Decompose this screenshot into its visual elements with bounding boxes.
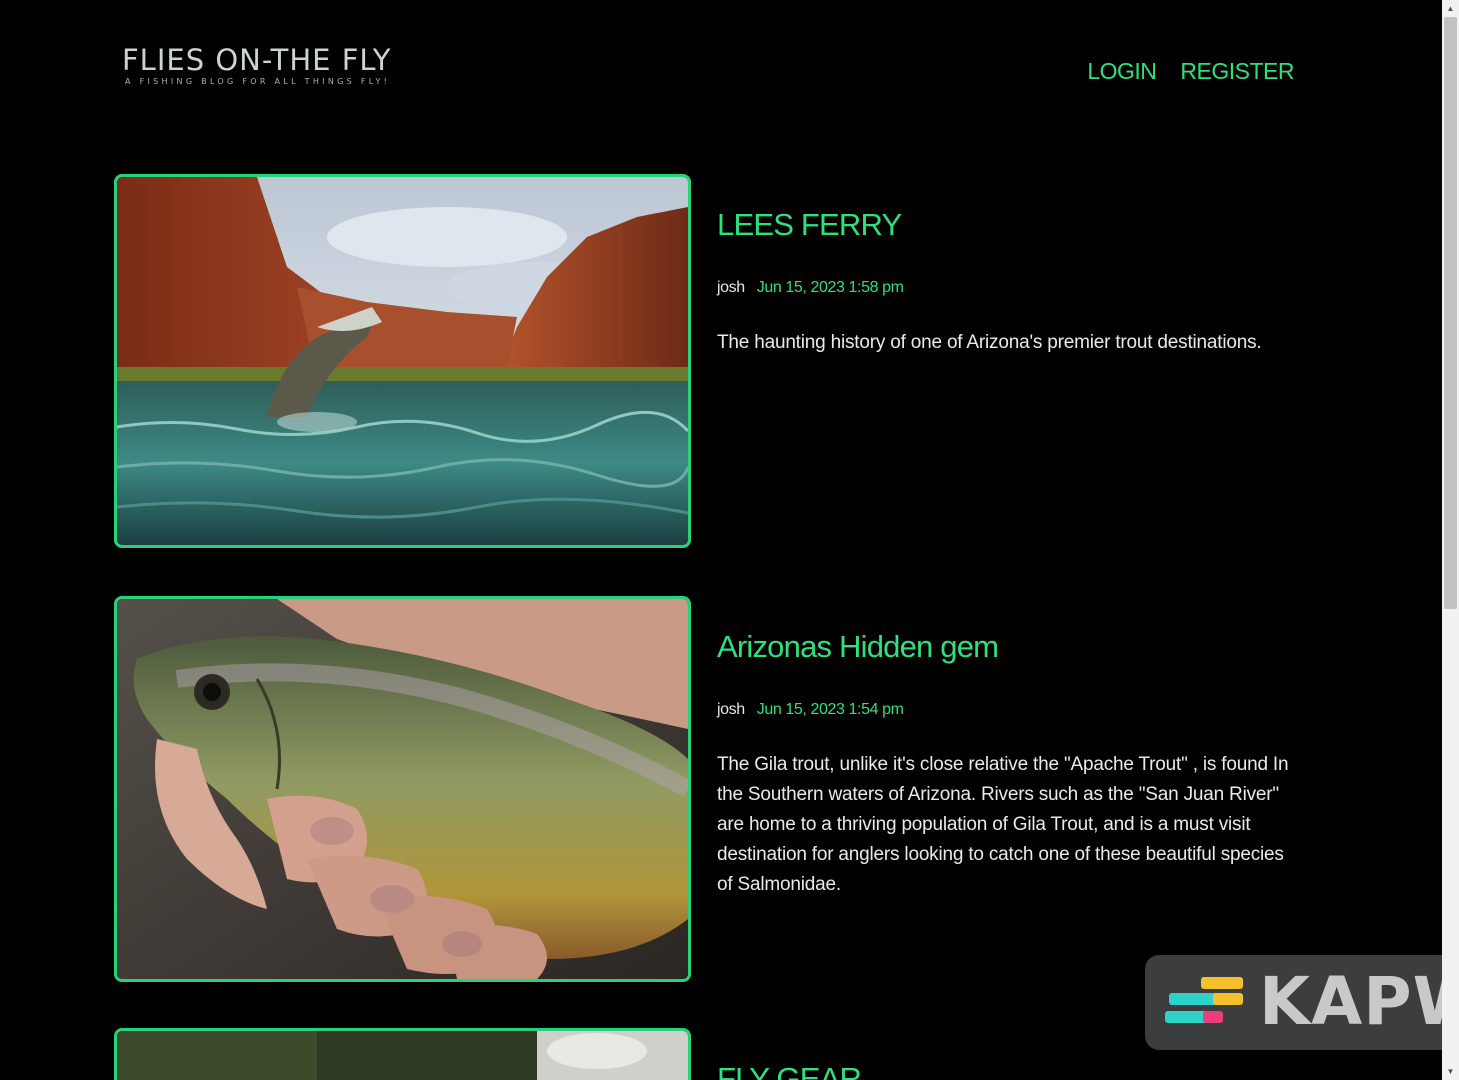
main-nav: LOGIN REGISTER bbox=[1087, 58, 1294, 85]
post-body: Arizonas Hidden gem josh Jun 15, 2023 1:5… bbox=[717, 629, 1292, 919]
watermark-text: KAPW bbox=[1259, 963, 1445, 1040]
post-author: josh bbox=[717, 279, 745, 296]
site-tagline: A FISHING BLOG FOR ALL THINGS FLY! bbox=[125, 77, 391, 86]
post-date: Jun 15, 2023 1:58 pm bbox=[756, 279, 904, 296]
post-card: LEES FERRY josh Jun 15, 2023 1:58 pm The … bbox=[114, 174, 1304, 550]
post-body: LEES FERRY josh Jun 15, 2023 1:58 pm The … bbox=[717, 207, 1292, 377]
kapwing-watermark: KAPW bbox=[1145, 955, 1445, 1050]
vertical-scrollbar[interactable]: ▲ ▼ bbox=[1442, 0, 1459, 1080]
post-meta: josh Jun 15, 2023 1:58 pm bbox=[717, 279, 1292, 297]
post-excerpt: The Gila trout, unlike it's close relati… bbox=[717, 754, 1289, 895]
post-title[interactable]: Arizonas Hidden gem bbox=[717, 629, 1292, 665]
post-card: Arizonas Hidden gem josh Jun 15, 2023 1:5… bbox=[114, 596, 1304, 984]
login-link[interactable]: LOGIN bbox=[1087, 58, 1157, 85]
scroll-up-arrow-icon[interactable]: ▲ bbox=[1442, 0, 1459, 17]
register-link[interactable]: REGISTER bbox=[1180, 58, 1294, 85]
canyon-river-image bbox=[117, 177, 688, 545]
post-meta: josh Jun 15, 2023 1:54 pm bbox=[717, 701, 1292, 719]
post-body: FLY GEAR bbox=[717, 1061, 1292, 1080]
kapwing-logo-icon bbox=[1165, 977, 1243, 1023]
post-thumbnail[interactable] bbox=[114, 596, 691, 982]
post-excerpt: The haunting history of one of Arizona's… bbox=[717, 332, 1262, 353]
fly-gear-image bbox=[117, 1031, 688, 1080]
post-card: FLY GEAR bbox=[114, 1028, 1304, 1080]
post-date: Jun 15, 2023 1:54 pm bbox=[756, 701, 904, 718]
scrollbar-thumb[interactable] bbox=[1444, 17, 1457, 609]
post-author: josh bbox=[717, 701, 745, 718]
post-thumbnail[interactable] bbox=[114, 1028, 691, 1080]
trout-in-hand-image bbox=[117, 599, 688, 979]
site-title: FLIES ON-THE FLY bbox=[122, 43, 392, 77]
scroll-down-arrow-icon[interactable]: ▼ bbox=[1442, 1063, 1459, 1080]
post-title[interactable]: LEES FERRY bbox=[717, 207, 1292, 243]
site-logo[interactable]: FLIES ON-THE FLY A FISHING BLOG FOR ALL … bbox=[122, 44, 391, 86]
post-thumbnail[interactable] bbox=[114, 174, 691, 548]
post-title[interactable]: FLY GEAR bbox=[717, 1061, 1292, 1080]
